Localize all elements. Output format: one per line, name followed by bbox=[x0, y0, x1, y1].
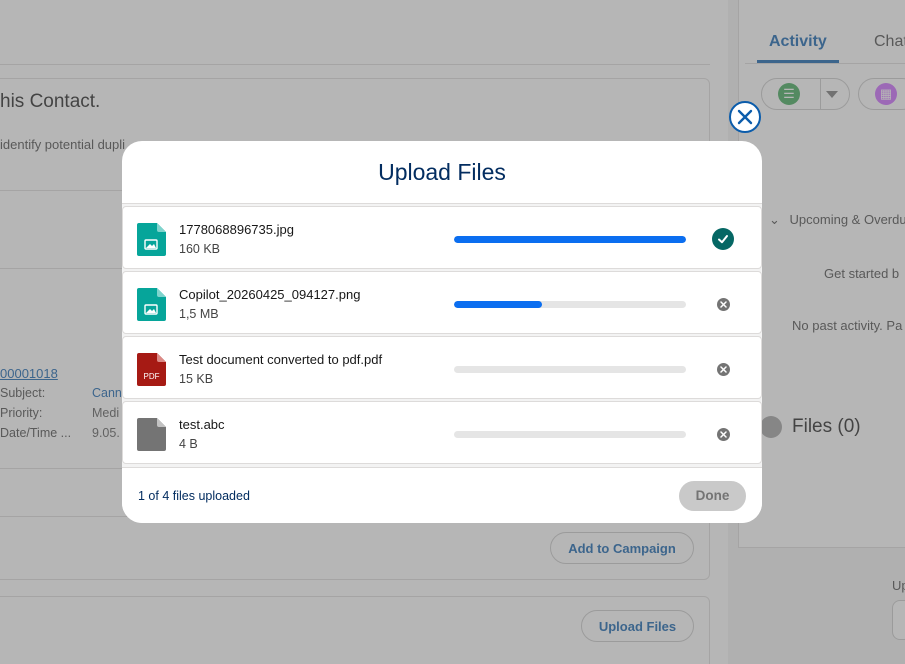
file-name: Test document converted to pdf.pdf bbox=[179, 352, 383, 367]
upload-status-text: 1 of 4 files uploaded bbox=[138, 488, 250, 503]
image-file-icon bbox=[137, 223, 166, 256]
pdf-file-icon: PDF bbox=[137, 353, 166, 386]
done-button[interactable]: Done bbox=[679, 480, 746, 511]
modal-footer: 1 of 4 files uploaded Done bbox=[122, 467, 762, 523]
cancel-upload-icon[interactable] bbox=[717, 428, 730, 441]
upload-progress-fill bbox=[454, 301, 543, 308]
upload-progress-bar bbox=[454, 366, 686, 373]
file-row: Copilot_20260425_094127.png 1,5 MB bbox=[122, 271, 762, 334]
upload-progress-fill bbox=[454, 236, 686, 243]
upload-complete-check-icon bbox=[712, 228, 734, 250]
file-name: test.abc bbox=[179, 417, 225, 432]
upload-progress-bar bbox=[454, 236, 686, 243]
file-size: 4 B bbox=[179, 437, 198, 451]
modal-header: Upload Files bbox=[122, 141, 762, 204]
file-size: 15 KB bbox=[179, 372, 214, 386]
generic-file-icon bbox=[137, 418, 166, 451]
file-row: PDF Test document converted to pdf.pdf 1… bbox=[122, 336, 762, 399]
close-icon bbox=[737, 109, 753, 125]
image-file-icon bbox=[137, 288, 166, 321]
upload-files-modal: Upload Files 1778068896735.jpg 160 KB Co… bbox=[122, 141, 762, 523]
file-list: 1778068896735.jpg 160 KB Copilot_2026042… bbox=[122, 204, 762, 467]
file-name: 1778068896735.jpg bbox=[179, 222, 294, 237]
file-name: Copilot_20260425_094127.png bbox=[179, 287, 361, 302]
modal-title: Upload Files bbox=[378, 158, 506, 185]
upload-progress-bar bbox=[454, 301, 686, 308]
cancel-upload-icon[interactable] bbox=[717, 298, 730, 311]
file-size: 1,5 MB bbox=[179, 307, 219, 321]
pdf-icon-label: PDF bbox=[143, 372, 160, 381]
file-row: test.abc 4 B bbox=[122, 401, 762, 464]
upload-progress-bar bbox=[454, 431, 686, 438]
close-modal-button[interactable] bbox=[729, 101, 761, 133]
cancel-upload-icon[interactable] bbox=[717, 363, 730, 376]
file-row: 1778068896735.jpg 160 KB bbox=[122, 206, 762, 269]
file-size: 160 KB bbox=[179, 242, 221, 256]
